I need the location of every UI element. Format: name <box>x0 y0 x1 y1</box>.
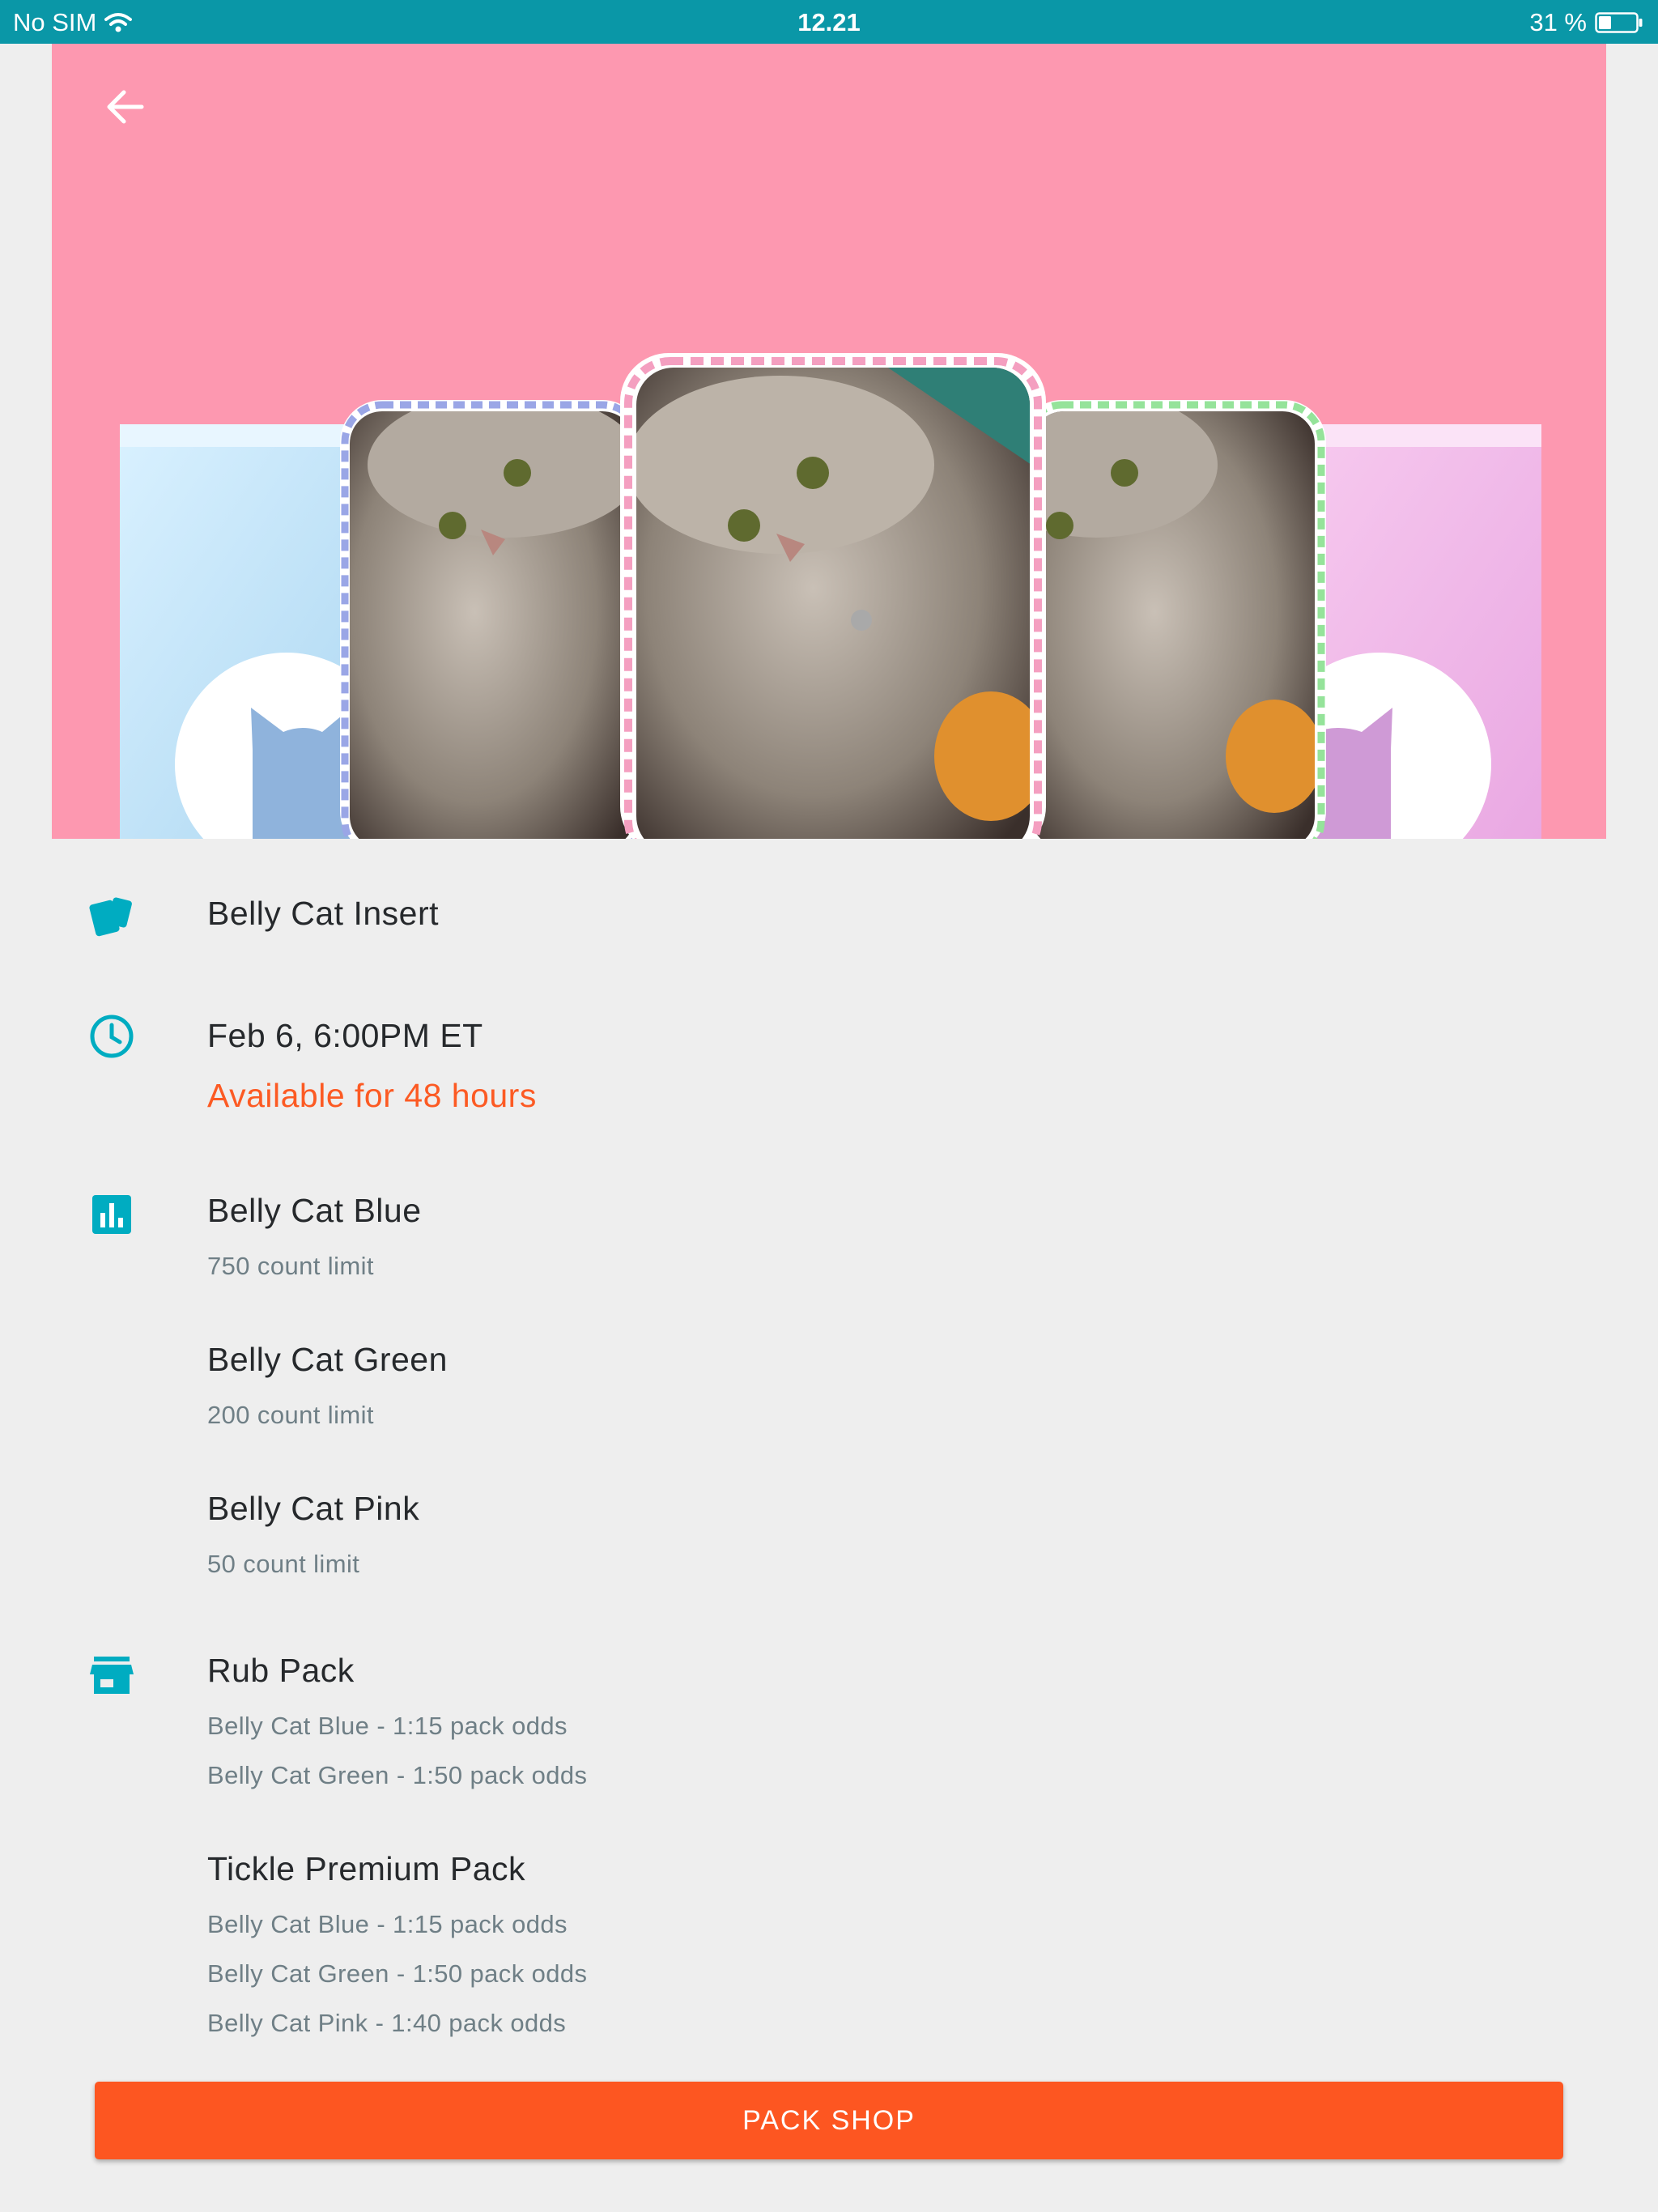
release-date: Feb 6, 6:00PM ET <box>207 1017 483 1054</box>
pack-odds: Belly Cat Blue - 1:15 pack odds <box>207 1712 568 1740</box>
status-bar: No SIM 12.21 31 % <box>0 0 1658 44</box>
battery-icon <box>1595 12 1643 33</box>
pack-odds: Belly Cat Green - 1:50 pack odds <box>207 1761 588 1789</box>
pack-odds: Belly Cat Pink - 1:40 pack odds <box>207 2009 567 2037</box>
pack-odds: Belly Cat Blue - 1:15 pack odds <box>207 1910 568 1938</box>
availability-text: Available for 48 hours <box>207 1077 537 1114</box>
limit-name: Belly Cat Green <box>207 1341 448 1378</box>
battery-label: 31 % <box>1529 8 1587 36</box>
store-icon <box>90 1657 134 1694</box>
insert-name: Belly Cat Insert <box>207 895 439 932</box>
pack-odds: Belly Cat Green - 1:50 pack odds <box>207 1959 588 1988</box>
cards-icon <box>89 897 132 937</box>
hero-banner <box>52 44 1606 839</box>
status-time: 12.21 <box>797 8 861 36</box>
pack-artwork <box>120 353 1541 839</box>
limit-value: 200 count limit <box>207 1401 374 1429</box>
battery-group: 31 % <box>1529 8 1643 37</box>
pack-shop-button[interactable]: PACK SHOP <box>95 2082 1563 2159</box>
bar-chart-icon <box>92 1195 131 1234</box>
arrow-left-icon <box>107 90 144 124</box>
clock-icon <box>90 1015 134 1058</box>
limit-name: Belly Cat Blue <box>207 1192 422 1229</box>
limit-name: Belly Cat Pink <box>207 1490 420 1527</box>
limit-value: 750 count limit <box>207 1252 374 1280</box>
pack-name: Rub Pack <box>207 1652 355 1689</box>
back-button[interactable] <box>89 71 160 143</box>
pack-name: Tickle Premium Pack <box>207 1850 525 1887</box>
limit-value: 50 count limit <box>207 1550 360 1578</box>
